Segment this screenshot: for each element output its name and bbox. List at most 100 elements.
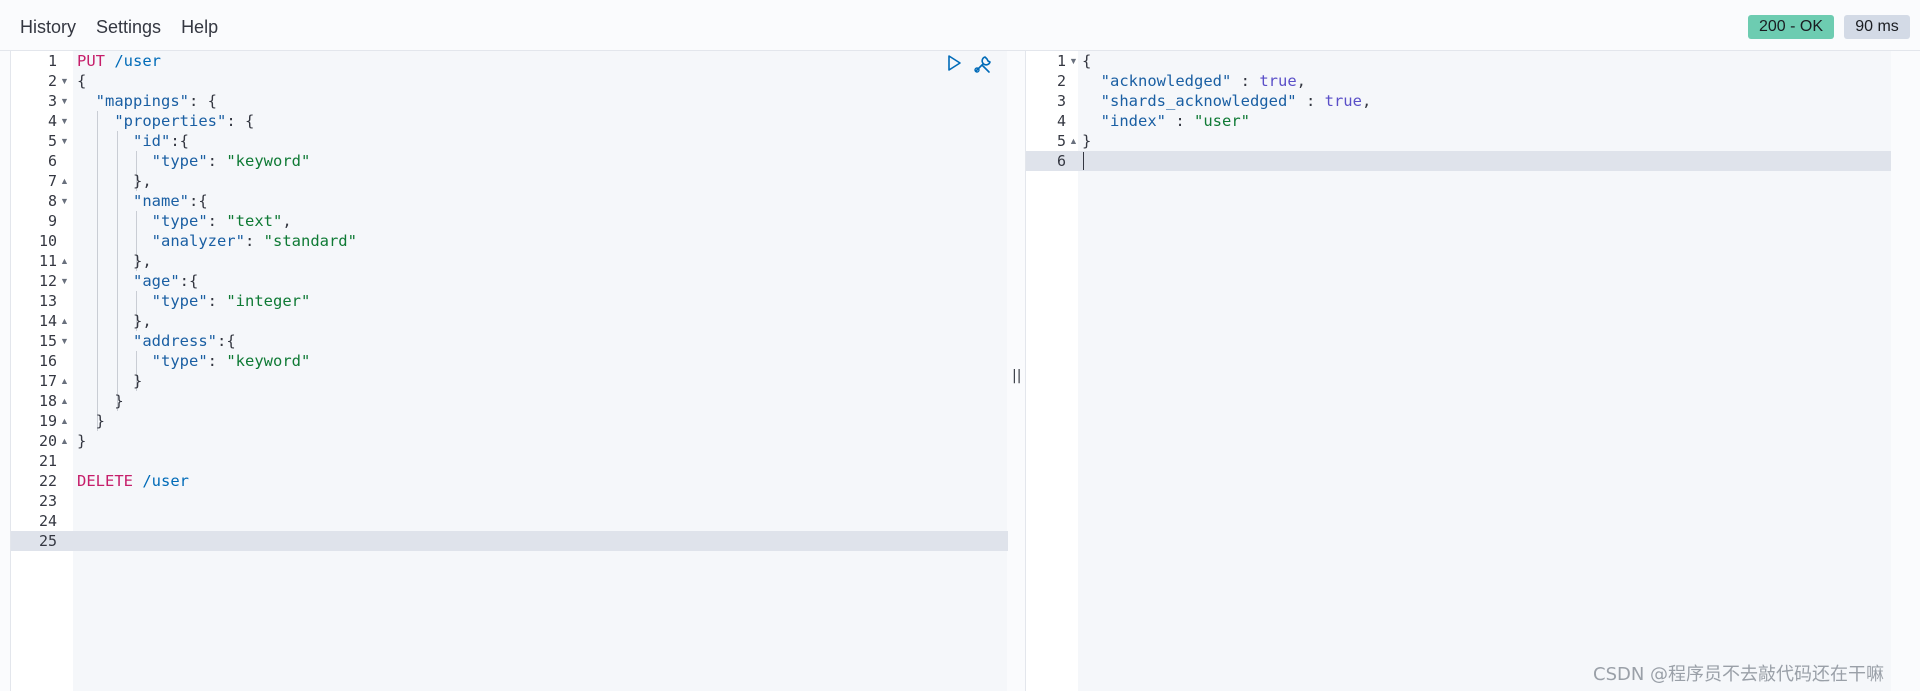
code-token: "standard"	[263, 232, 357, 250]
code-line[interactable]: }	[77, 391, 123, 411]
code-line[interactable]: },	[77, 251, 152, 271]
code-token: },	[77, 312, 152, 330]
code-token: :	[1296, 92, 1325, 110]
code-line[interactable]: "age":{	[77, 271, 198, 291]
code-token: "name"	[133, 192, 189, 210]
code-line[interactable]: },	[77, 311, 152, 331]
line-number: 6	[47, 152, 57, 170]
line-number: 2	[47, 72, 57, 90]
fold-expand-icon[interactable]: ▲	[60, 411, 69, 431]
code-line[interactable]: "index" : "user"	[1082, 111, 1250, 131]
code-token: :	[207, 352, 227, 370]
code-token: ,	[1296, 72, 1306, 90]
code-line[interactable]: DELETE /user	[77, 471, 189, 491]
code-line[interactable]: "type": "keyword"	[77, 151, 311, 171]
code-line[interactable]: "name":{	[77, 191, 208, 211]
code-token: "type"	[151, 152, 208, 170]
line-number: 23	[38, 492, 57, 510]
line-number: 9	[47, 212, 57, 230]
code-line[interactable]: "type": "keyword"	[77, 351, 311, 371]
line-number: 19	[38, 412, 57, 430]
text-cursor	[1083, 152, 1084, 170]
code-line[interactable]: "acknowledged" : true,	[1082, 71, 1306, 91]
watermark-text: CSDN @程序员不去敲代码还在干嘛	[1593, 664, 1885, 685]
code-token: "acknowledged"	[1100, 72, 1232, 90]
code-token: :{	[179, 272, 199, 290]
code-token: "keyword"	[226, 152, 311, 170]
code-line[interactable]: {	[1082, 51, 1091, 71]
code-token: true	[1324, 92, 1362, 110]
code-line[interactable]: }	[77, 371, 142, 391]
line-number: 6	[1056, 152, 1066, 170]
line-number: 25	[38, 532, 57, 550]
fold-collapse-icon[interactable]: ▼	[60, 191, 69, 211]
code-line[interactable]: "properties": {	[77, 111, 254, 131]
wrench-icon[interactable]	[972, 53, 992, 73]
fold-expand-icon[interactable]: ▲	[60, 391, 69, 411]
help-menu-item[interactable]: Help	[181, 17, 218, 38]
fold-collapse-icon[interactable]: ▼	[1069, 51, 1078, 71]
response-editor[interactable]: 1 ▼{2 "acknowledged" : true, 3 "shards_ack…	[1025, 51, 1920, 691]
line-number: 5	[1056, 132, 1066, 150]
fold-expand-icon[interactable]: ▲	[60, 311, 69, 331]
line-number: 11	[38, 252, 57, 270]
line-number: 3	[47, 92, 57, 110]
code-line[interactable]: "shards_acknowledged" : true,	[1082, 91, 1372, 111]
fold-expand-icon[interactable]: ▲	[60, 371, 69, 391]
request-editor[interactable]: 1 PUT /user 2 ▼{3 ▼ "mappings": {4 ▼ "propert…	[10, 51, 1008, 691]
settings-menu-item[interactable]: Settings	[96, 17, 161, 38]
fold-expand-icon[interactable]: ▲	[1069, 131, 1078, 151]
code-line[interactable]: "analyzer": "standard"	[77, 231, 357, 251]
code-line[interactable]: "type": "text",	[77, 211, 292, 231]
code-token: "analyzer"	[151, 232, 245, 250]
line-number: 7	[47, 172, 57, 190]
code-line[interactable]: {	[77, 71, 86, 91]
fold-collapse-icon[interactable]: ▼	[60, 111, 69, 131]
fold-collapse-icon[interactable]: ▼	[60, 71, 69, 91]
code-token: }	[1082, 132, 1092, 150]
fold-expand-icon[interactable]: ▲	[60, 431, 69, 451]
code-line[interactable]: "id":{	[77, 131, 189, 151]
response-scrollbar-track[interactable]	[1891, 51, 1920, 691]
code-line[interactable]: "type": "integer"	[77, 291, 311, 311]
line-number: 17	[38, 372, 57, 390]
line-number: 3	[1056, 92, 1066, 110]
history-menu-item[interactable]: History	[20, 17, 76, 38]
code-line[interactable]: }	[77, 411, 105, 431]
code-line[interactable]: "mappings": {	[77, 91, 217, 111]
fold-expand-icon[interactable]: ▲	[60, 251, 69, 271]
line-number: 22	[38, 472, 57, 490]
status-badge: 200 - OK	[1748, 15, 1834, 39]
code-token: :	[1231, 72, 1260, 90]
active-line-highlight	[11, 531, 1008, 551]
fold-collapse-icon[interactable]: ▼	[60, 91, 69, 111]
code-token: /user	[142, 472, 190, 490]
fold-collapse-icon[interactable]: ▼	[60, 331, 69, 351]
line-number: 8	[47, 192, 57, 210]
code-line[interactable]: PUT /user	[77, 51, 161, 71]
line-number: 24	[38, 512, 57, 530]
code-line[interactable]: }	[77, 431, 86, 451]
code-token: "mappings"	[95, 92, 189, 110]
fold-collapse-icon[interactable]: ▼	[60, 131, 69, 151]
fold-collapse-icon[interactable]: ▼	[60, 271, 69, 291]
code-line[interactable]: }	[1082, 131, 1091, 151]
panel-resizer[interactable]: ||	[1012, 368, 1021, 388]
line-number: 14	[38, 312, 57, 330]
line-number: 20	[38, 432, 57, 450]
code-token: "index"	[1100, 112, 1166, 130]
code-line[interactable]: "address":{	[77, 331, 236, 351]
code-token: },	[77, 172, 152, 190]
fold-expand-icon[interactable]: ▲	[60, 171, 69, 191]
code-line[interactable]: },	[77, 171, 152, 191]
play-icon[interactable]	[944, 53, 964, 73]
code-token: :	[1166, 112, 1194, 130]
